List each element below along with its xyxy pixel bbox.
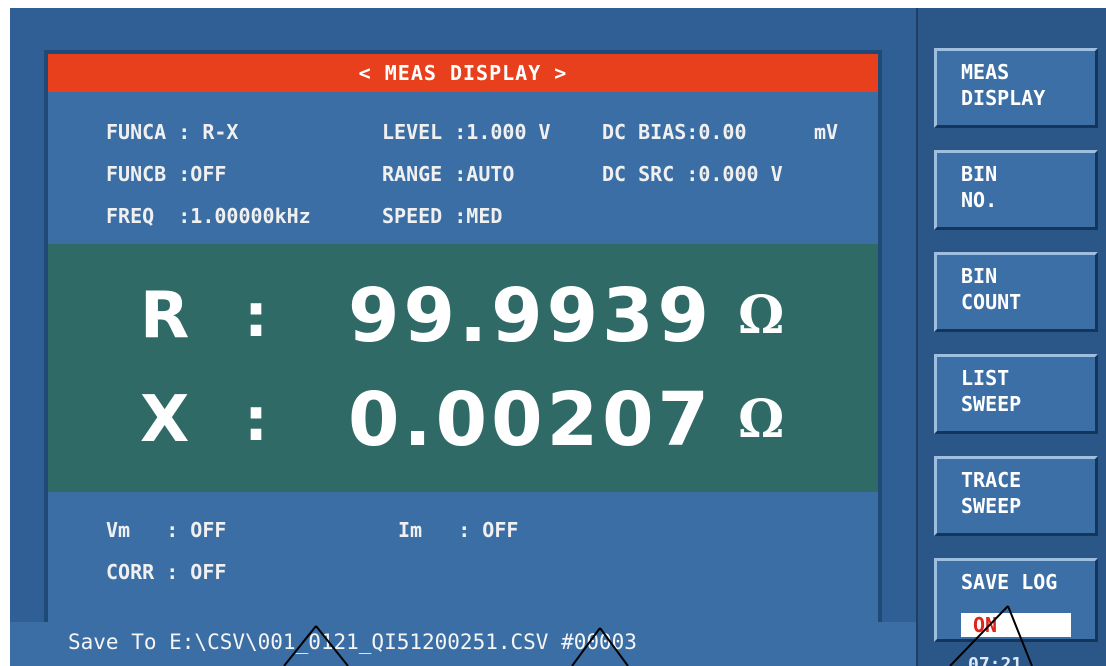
clock-readout: 07:21	[968, 654, 1023, 666]
softkey-panel: MEAS DISPLAY BIN NO. BIN COUNT LIST SWEE…	[916, 8, 1106, 666]
save-path-bar: Save To E:\CSV\001_0121_QI51200251.CSV #…	[10, 622, 916, 666]
save-log-label: SAVE LOG	[961, 570, 1058, 594]
instrument-screen: < MEAS DISPLAY > FUNCA : R-X FUNCB :OFF …	[10, 8, 1106, 666]
page-title: < MEAS DISPLAY >	[48, 54, 878, 92]
corr-status: CORR : OFF	[106, 560, 227, 584]
measurement-display: < MEAS DISPLAY > FUNCA : R-X FUNCB :OFF …	[44, 50, 882, 638]
save-log-softkey[interactable]: SAVE LOG ON	[934, 558, 1098, 642]
softkey-label-line2: DISPLAY	[961, 86, 1046, 110]
dc-bias-unit: mV	[814, 120, 839, 144]
reading-unit: Ω	[738, 389, 785, 450]
softkey-label-line2: SWEEP	[961, 392, 1022, 416]
freq-param: FREQ :1.00000kHz	[106, 204, 311, 228]
softkey-label-line1: TRACE	[961, 468, 1022, 492]
speed-param: SPEED :MED	[382, 204, 503, 228]
softkey-label-line1: BIN	[961, 264, 998, 288]
reading-row-primary: R : 99.9939 Ω	[48, 266, 878, 366]
bin-no-softkey[interactable]: BIN NO.	[934, 150, 1098, 230]
softkey-label-line2: NO.	[961, 188, 998, 212]
range-param: RANGE :AUTO	[382, 162, 515, 186]
vm-monitor: Vm : OFF	[106, 518, 227, 542]
bin-count-softkey[interactable]: BIN COUNT	[934, 252, 1098, 332]
save-log-status: ON	[961, 613, 1071, 637]
softkey-label-line2: COUNT	[961, 290, 1022, 314]
softkey-label-line1: LIST	[961, 366, 1010, 390]
level-param: LEVEL :1.000 V	[382, 120, 551, 144]
funcb-param: FUNCB :OFF	[106, 162, 227, 186]
reading-row-secondary: X : 0.00207 Ω	[48, 370, 878, 470]
reading-value: 99.9939	[348, 273, 714, 359]
save-path-text: Save To E:\CSV\001_0121_QI51200251.CSV #…	[68, 630, 637, 654]
softkey-label-line2: SWEEP	[961, 494, 1022, 518]
funca-param: FUNCA : R-X	[106, 120, 239, 144]
softkey-label-line1: BIN	[961, 162, 998, 186]
reading-unit: Ω	[738, 285, 785, 346]
meas-display-softkey[interactable]: MEAS DISPLAY	[934, 48, 1098, 128]
dc-src-param: DC SRC :0.000 V	[602, 162, 783, 186]
trace-sweep-softkey[interactable]: TRACE SWEEP	[934, 456, 1098, 536]
dc-bias-param: DC BIAS:0.00	[602, 120, 747, 144]
reading-value: 0.00207	[348, 377, 714, 463]
reading-panel: R : 99.9939 Ω X : 0.00207 Ω	[48, 244, 878, 492]
reading-name: R	[140, 279, 190, 353]
reading-colon: :	[244, 281, 268, 351]
im-monitor: Im : OFF	[398, 518, 519, 542]
list-sweep-softkey[interactable]: LIST SWEEP	[934, 354, 1098, 434]
reading-name: X	[140, 383, 190, 457]
reading-colon: :	[244, 385, 268, 455]
softkey-label-line1: MEAS	[961, 60, 1010, 84]
